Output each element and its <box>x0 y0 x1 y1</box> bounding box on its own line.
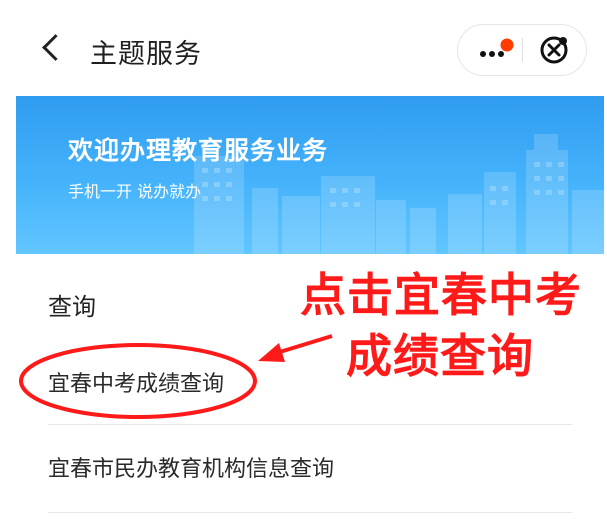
more-button[interactable] <box>478 37 514 63</box>
annotation-text-line-1: 点击宜春中考 <box>300 268 582 322</box>
back-button[interactable] <box>36 30 68 70</box>
notification-dot <box>500 38 514 52</box>
close-button[interactable] <box>538 34 570 66</box>
list-item[interactable]: 宜春中考成绩查询 <box>48 340 572 425</box>
divider <box>48 512 572 513</box>
city-skyline-illustration <box>194 134 604 254</box>
service-banner: 欢迎办理教育服务业务 手机一开 说办就办 <box>16 96 604 254</box>
banner-title: 欢迎办理教育服务业务 <box>68 136 329 165</box>
more-dots-icon <box>480 38 514 57</box>
list-item[interactable]: 宜春市民办教育机构信息查询 <box>48 425 572 513</box>
top-nav-bar: 主题服务 <box>0 0 607 96</box>
capsule-divider <box>522 38 523 62</box>
section-title: 查询 <box>48 293 96 321</box>
mini-program-capsule <box>457 24 587 76</box>
list-item-label: 宜春中考成绩查询 <box>48 372 225 397</box>
mini-program-close-icon <box>540 36 568 64</box>
banner-subtitle: 手机一开 说办就办 <box>68 182 202 201</box>
page-title: 主题服务 <box>90 39 202 70</box>
list-item-label: 宜春市民办教育机构信息查询 <box>48 457 335 482</box>
